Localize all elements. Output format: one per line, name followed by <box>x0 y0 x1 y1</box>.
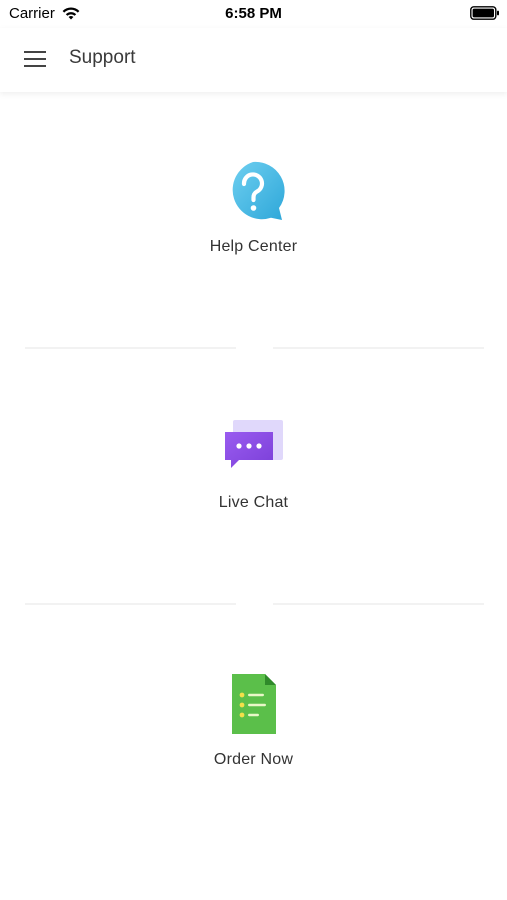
help-center-option[interactable]: Help Center <box>0 140 507 380</box>
hamburger-menu-icon[interactable] <box>22 47 48 71</box>
live-chat-option[interactable]: Live Chat <box>0 380 507 620</box>
clock: 6:58 PM <box>225 5 282 22</box>
order-form-document-icon <box>232 674 276 734</box>
help-center-label: Help Center <box>209 238 298 255</box>
order-now-option[interactable]: Order Now <box>0 640 507 880</box>
page-title: Support <box>69 47 136 68</box>
status-bar: Carrier 6:58 PM <box>0 0 507 28</box>
chat-bubble-icon <box>225 420 283 468</box>
help-question-bubble-icon <box>232 161 285 220</box>
order-now-label: Order Now <box>213 751 294 768</box>
divider <box>273 347 484 349</box>
live-chat-label: Live Chat <box>218 494 289 511</box>
divider <box>273 603 484 605</box>
divider <box>25 603 236 605</box>
divider <box>25 347 236 349</box>
app-header: Support <box>0 28 507 92</box>
battery-icon <box>470 6 499 20</box>
